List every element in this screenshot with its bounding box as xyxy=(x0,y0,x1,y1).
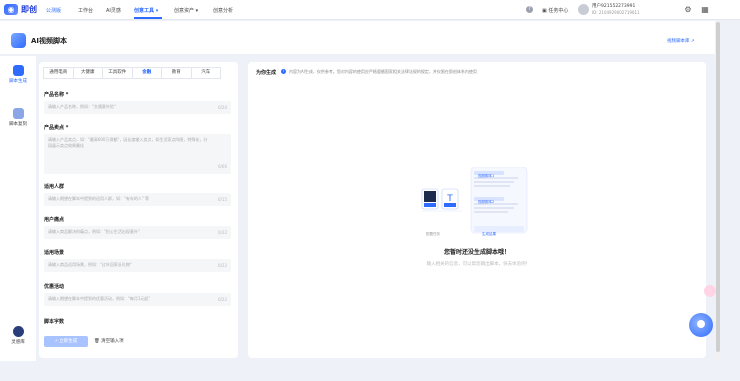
floating-bubble[interactable] xyxy=(704,285,716,297)
input-placeholder: 请输入期望在脚本中提到的适用人群，如："有车的人" 等 xyxy=(48,196,149,201)
nav-ai-inspiration[interactable]: AI灵感 xyxy=(106,7,121,14)
script-form-panel: 通用电商 大健康 工具软件 金融 教育 汽车 产品名称 * 请输入产品名称，例如… xyxy=(39,62,238,358)
output-title: 为你生成 xyxy=(256,70,277,76)
sidebar-item-label: 脚本复刻 xyxy=(9,122,27,127)
user-id: ID: 2104929002719611 xyxy=(592,10,640,15)
tab-automotive[interactable]: 汽车 xyxy=(190,67,221,79)
info-icon: i xyxy=(281,69,286,74)
tab-tool-software[interactable]: 工具软件 xyxy=(102,67,133,79)
output-disclaimer: 内容为AI生成，仅供参考。您对内容的使用应严格遵循国家相关法律法规的规定，并仅限… xyxy=(289,69,477,74)
page-title: AI视频脚本 xyxy=(31,37,68,45)
promotion-input[interactable]: 请输入期望在脚本中提到的优惠活动，例如："每月1元起" 0/22 xyxy=(44,293,231,306)
tab-finance[interactable]: 金融 xyxy=(131,67,162,79)
trash-icon: 🗑 xyxy=(94,339,100,344)
left-sidebar: 脚本生成 脚本复刻 灵感库 xyxy=(0,56,36,361)
logo-icon: ◉ xyxy=(4,4,18,15)
script-library-link[interactable]: 视频脚本库 ↗ xyxy=(667,38,695,44)
output-panel: 为你生成 i 内容为AI生成，仅供参考。您对内容的使用应严格遵循国家相关法律法规… xyxy=(248,62,706,358)
char-count: 0/22 xyxy=(218,230,227,235)
nav-workbench[interactable]: 工作台 xyxy=(78,7,93,14)
tab-education[interactable]: 教育 xyxy=(161,67,192,79)
step-result-label: 生成结果 xyxy=(482,232,496,236)
beta-badge: 公测版 xyxy=(46,8,62,14)
sidebar-item-label: 脚本生成 xyxy=(9,79,27,84)
logo[interactable]: ◉ 即创 xyxy=(4,4,37,15)
pain-point-input[interactable]: 请输入商品解决的痛点，例如："担心生活出现意外" 0/22 xyxy=(44,226,231,239)
script-library-label: 视频脚本库 xyxy=(667,39,690,44)
char-count: 0/22 xyxy=(218,263,227,268)
scrollbar-thumb[interactable] xyxy=(716,22,720,352)
char-count: 0/66 xyxy=(218,164,227,169)
script-length-label: 脚本字数 xyxy=(44,319,65,325)
tab-health[interactable]: 大健康 xyxy=(72,67,103,79)
script-replicate-icon xyxy=(12,108,24,119)
assistant-bot-face xyxy=(697,320,705,328)
scenario-label: 适用场景 xyxy=(44,250,65,256)
selling-points-input[interactable]: 请输入产品卖点，如："最高600万保额"，因长度输入卖点，如生活家点阵图，特殊化… xyxy=(44,134,231,174)
sidebar-item-script-generate[interactable]: 脚本生成 xyxy=(0,65,36,84)
sidebar-item-script-replicate[interactable]: 脚本复刻 xyxy=(0,108,36,127)
task-center-label: 任务中心 xyxy=(548,8,569,14)
input-placeholder: 请输入期望在脚本中提到的优惠活动，例如："每月1元起" xyxy=(48,296,151,301)
user-name: 用户921552273991 xyxy=(592,4,636,9)
step-config-label: 配置任务 xyxy=(426,232,440,236)
product-name-label: 产品名称 * xyxy=(44,92,69,98)
sample-card-label-bottom: 视频脚本2 xyxy=(478,200,495,204)
char-count: 0/15 xyxy=(218,197,227,202)
gear-icon[interactable]: ⚙ xyxy=(683,5,693,15)
top-bar: ◉ 即创 公测版 工作台 AI灵感 创意工具 ▾ 创意资产 ▾ 创意分析 ? ▣… xyxy=(0,0,740,20)
sidebar-item-label: 灵感库 xyxy=(11,340,25,345)
inspiration-icon xyxy=(12,326,24,337)
selling-points-label: 产品卖点 * xyxy=(44,125,69,131)
avatar[interactable] xyxy=(578,4,589,15)
clear-inputs-label: 清空输入项 xyxy=(101,339,124,344)
pain-point-label: 用户痛点 xyxy=(44,217,65,223)
generate-button[interactable]: ⚡ 立即生成 xyxy=(44,336,88,347)
input-placeholder: 请输入商品适用场景，例如："过年回家长礼物" xyxy=(48,262,132,267)
target-audience-input[interactable]: 请输入期望在脚本中提到的适用人群，如："有车的人" 等 0/15 xyxy=(44,193,231,206)
promotion-label: 优惠活动 xyxy=(44,284,65,290)
target-audience-label: 适用人群 xyxy=(44,184,65,190)
video-script-icon xyxy=(11,33,26,48)
sub-header xyxy=(0,21,715,55)
nav-creative-assets[interactable]: 创意资产 ▾ xyxy=(174,7,198,14)
help-icon[interactable]: ? xyxy=(526,6,533,13)
sidebar-item-inspiration[interactable]: 灵感库 xyxy=(0,326,36,345)
input-placeholder: 请输入商品解决的痛点，例如："担心生活出现意外" xyxy=(48,229,140,234)
svg-text:T: T xyxy=(446,194,453,204)
nav-active-indicator xyxy=(134,17,162,19)
industry-tabs: 通用电商 大健康 工具软件 金融 教育 汽车 xyxy=(43,67,221,79)
scenario-input[interactable]: 请输入商品适用场景，例如："过年回家长礼物" 0/22 xyxy=(44,259,231,272)
logo-text: 即创 xyxy=(21,5,37,14)
input-placeholder: 请输入产品卖点，如："最高600万保额"，因长度输入卖点，如生活家点阵图，特殊化… xyxy=(48,137,208,148)
char-count: 0/22 xyxy=(218,297,227,302)
nav-creative-analysis[interactable]: 创意分析 xyxy=(213,7,233,14)
empty-state-title: 您暂时还没生成脚本哦！ xyxy=(443,249,510,256)
tab-general-ecommerce[interactable]: 通用电商 xyxy=(43,67,74,79)
script-generate-icon xyxy=(12,65,24,76)
clear-inputs-button[interactable]: 🗑 清空输入项 xyxy=(94,338,124,344)
sample-card-label-top: 视频脚本1 xyxy=(478,174,495,178)
nav-creative-tools[interactable]: 创意工具 ▾ xyxy=(134,7,158,14)
char-count: 0/20 xyxy=(218,105,227,110)
apps-grid-icon[interactable]: ▦ xyxy=(700,5,710,15)
input-placeholder: 请输入产品名称，例如："交通意外险" xyxy=(48,104,116,109)
empty-state-subtitle: 输入相关的信息，可以帮您输出脚本，快去体验吧! xyxy=(426,262,528,267)
product-name-input[interactable]: 请输入产品名称，例如："交通意外险" 0/20 xyxy=(44,101,231,114)
task-center-button[interactable]: ▣ 任务中心 xyxy=(542,7,568,14)
